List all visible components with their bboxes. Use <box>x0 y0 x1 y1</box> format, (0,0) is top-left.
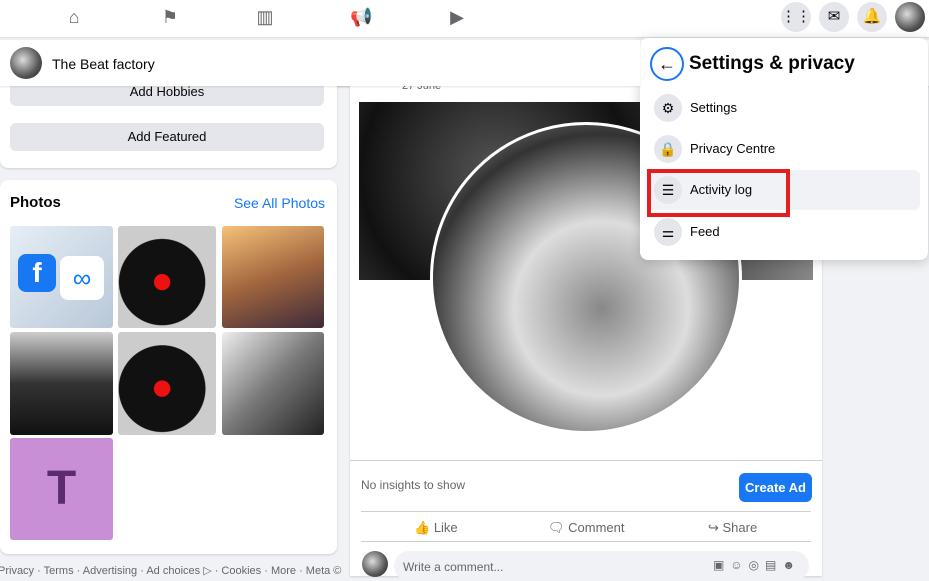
see-all-photos-link[interactable]: See All Photos <box>234 195 325 211</box>
photo-thumb[interactable]: f ∞ <box>10 226 113 328</box>
top-nav: ⌂ ⚑ ▥ 📢 ▶ ⋮⋮ ✉ 🔔 <box>0 0 929 38</box>
photo-thumb[interactable] <box>10 332 113 435</box>
facebook-logo-icon: f <box>18 254 56 292</box>
highlight-box <box>647 169 790 217</box>
share-icon: ↪ <box>708 520 723 535</box>
photos-title: Photos <box>10 194 61 211</box>
photo-thumb[interactable] <box>222 226 324 328</box>
divider <box>361 541 811 542</box>
flag-icon[interactable]: ⚑ <box>159 6 181 28</box>
share-button[interactable]: ↪ Share <box>708 520 757 536</box>
gear-icon: ⚙ <box>654 94 682 122</box>
menu-title: Settings & privacy <box>689 53 855 74</box>
insights-text: No insights to show <box>361 478 466 492</box>
photo-thumb[interactable]: T <box>10 438 113 540</box>
create-ad-button[interactable]: Create Ad <box>739 473 812 502</box>
like-button[interactable]: 👍 Like <box>414 520 458 536</box>
menu-item-feed[interactable]: ⚌ Feed <box>648 212 920 252</box>
menu-grid-icon[interactable]: ⋮⋮ <box>781 2 811 32</box>
chart-icon[interactable]: ▥ <box>254 6 276 28</box>
page-header-cover: The Beat factory <box>0 40 640 86</box>
comment-input[interactable]: Write a comment... ▣☺◎▤☻ <box>394 551 809 581</box>
commenter-avatar <box>362 551 388 577</box>
profile-avatar[interactable] <box>895 2 925 32</box>
notifications-icon[interactable]: 🔔 <box>857 2 887 32</box>
home-icon[interactable]: ⌂ <box>63 6 85 28</box>
divider <box>361 511 811 512</box>
footer-links[interactable]: Privacy · Terms · Advertising · Ad choic… <box>0 564 341 577</box>
video-icon[interactable]: ▶ <box>446 6 468 28</box>
photos-card: Photos See All Photos f ∞ T <box>0 180 337 554</box>
comment-icon: 🗨 <box>548 520 569 535</box>
messenger-icon[interactable]: ✉ <box>819 2 849 32</box>
back-arrow-icon[interactable]: ← <box>650 47 684 81</box>
lock-icon: 🔒 <box>654 135 682 163</box>
menu-item-settings[interactable]: ⚙ Settings <box>648 88 920 128</box>
sliders-icon: ⚌ <box>654 218 682 246</box>
divider <box>350 460 822 461</box>
comment-button[interactable]: 🗨 Comment <box>548 520 624 536</box>
menu-item-privacy-centre[interactable]: 🔒 Privacy Centre <box>648 129 920 169</box>
photo-thumb[interactable] <box>118 332 216 435</box>
page-avatar <box>10 47 42 79</box>
like-icon: 👍 <box>414 520 434 535</box>
page-name[interactable]: The Beat factory <box>52 56 155 72</box>
meta-logo-icon: ∞ <box>60 256 104 300</box>
megaphone-icon[interactable]: 📢 <box>350 6 372 28</box>
add-featured-button[interactable]: Add Featured <box>10 123 324 151</box>
settings-privacy-menu: ← Settings & privacy ⚙ Settings 🔒 Privacy … <box>640 38 928 260</box>
comment-tools-icons[interactable]: ▣☺◎▤☻ <box>713 558 801 572</box>
photo-thumb[interactable] <box>118 226 216 328</box>
photo-thumb[interactable] <box>222 332 324 435</box>
